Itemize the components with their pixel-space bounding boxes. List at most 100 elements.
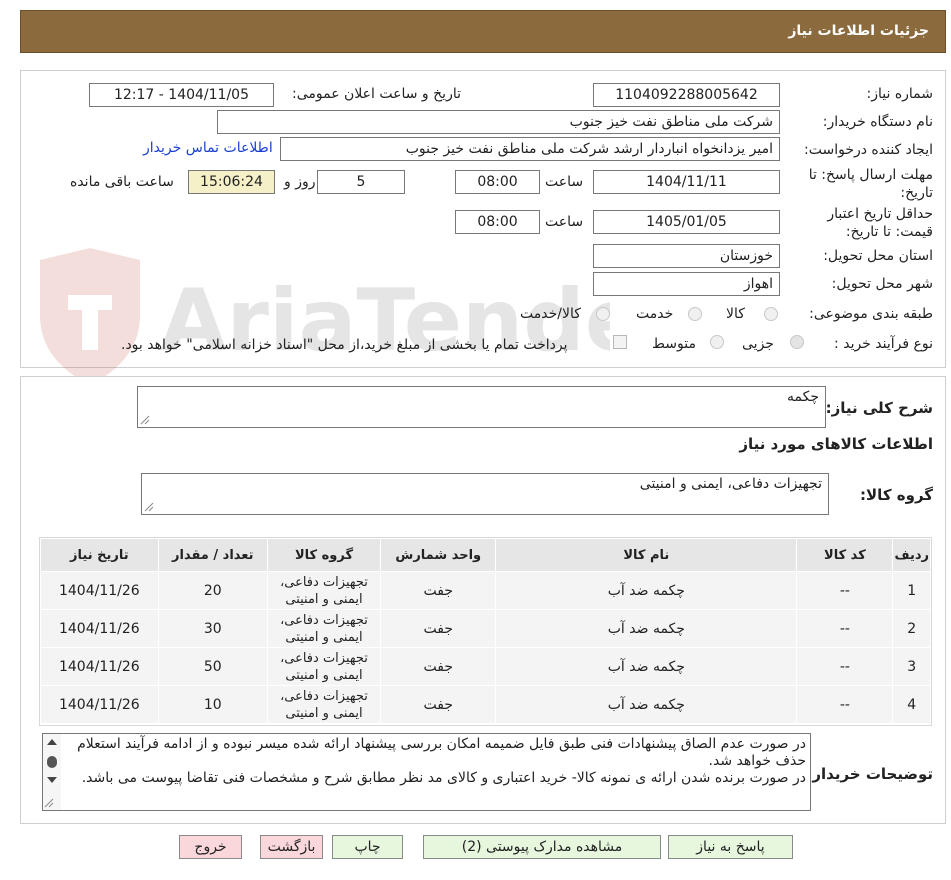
col-header-group: گروه کالا bbox=[266, 538, 382, 572]
cell-unit: جفت bbox=[380, 571, 497, 610]
cell-row-number: 2 bbox=[892, 609, 931, 648]
city-field: اهواز bbox=[593, 272, 780, 296]
resize-grip-icon bbox=[44, 798, 54, 808]
scroll-up-icon[interactable] bbox=[46, 738, 58, 746]
deadline-time-label: ساعت bbox=[545, 174, 584, 190]
resize-grip-icon bbox=[144, 502, 154, 512]
col-header-row-number: ردیف bbox=[892, 538, 931, 572]
back-button[interactable]: بازگشت bbox=[260, 835, 323, 859]
general-desc-text: چکمه bbox=[787, 389, 819, 405]
process-medium-radio[interactable] bbox=[710, 335, 724, 349]
cell-group: تجهیزات دفاعی، ایمنی و امنیتی bbox=[266, 571, 382, 610]
table-header-row: ردیف کد کالا نام کالا واحد شمارش گروه کا… bbox=[40, 538, 931, 572]
cell-code: -- bbox=[796, 571, 894, 610]
buyer-org-field: شرکت ملی مناطق نفت خیز جنوب bbox=[217, 110, 780, 134]
creator-field: امیر یزدانخواه انباردار ارشد شرکت ملی من… bbox=[280, 137, 780, 161]
items-table: ردیف کد کالا نام کالا واحد شمارش گروه کا… bbox=[40, 538, 931, 724]
cell-row-number: 3 bbox=[892, 647, 931, 686]
scroll-down-icon[interactable] bbox=[46, 776, 58, 784]
goods-group-field: تجهیزات دفاعی، ایمنی و امنیتی bbox=[141, 473, 829, 515]
deadline-time-field: 08:00 bbox=[455, 170, 540, 194]
table-row: 3 -- چکمه ضد آب جفت تجهیزات دفاعی، ایمنی… bbox=[40, 647, 931, 686]
category-goods-service-label: کالا/خدمت bbox=[520, 306, 581, 322]
cell-code: -- bbox=[796, 685, 894, 724]
general-desc-field: چکمه bbox=[137, 386, 826, 428]
buyer-contact-link[interactable]: اطلاعات تماس خریدار bbox=[143, 140, 273, 156]
cell-row-number: 1 bbox=[892, 571, 931, 610]
category-goods-label: کالا bbox=[726, 306, 745, 322]
resize-grip-icon bbox=[140, 415, 150, 425]
days-label: روز و bbox=[284, 174, 316, 190]
goods-info-title: اطلاعات کالاهای مورد نیاز bbox=[739, 435, 933, 453]
cell-need-date: 1404/11/26 bbox=[40, 571, 159, 610]
cell-name: چکمه ضد آب bbox=[495, 685, 798, 724]
validity-date-field: 1405/01/05 bbox=[593, 210, 780, 234]
cell-quantity: 50 bbox=[157, 647, 268, 686]
category-service-radio[interactable] bbox=[688, 307, 702, 321]
col-header-unit: واحد شمارش bbox=[380, 538, 497, 572]
cell-need-date: 1404/11/26 bbox=[40, 647, 159, 686]
city-label: شهر محل تحویل: bbox=[831, 276, 933, 292]
validity-time-label: ساعت bbox=[545, 214, 584, 230]
creator-label: ایجاد کننده درخواست: bbox=[804, 142, 933, 158]
cell-unit: جفت bbox=[380, 647, 497, 686]
cell-need-date: 1404/11/26 bbox=[40, 685, 159, 724]
cell-code: -- bbox=[796, 647, 894, 686]
col-header-code: کد کالا bbox=[796, 538, 894, 572]
exit-button[interactable]: خروج bbox=[179, 835, 242, 859]
cell-name: چکمه ضد آب bbox=[495, 571, 798, 610]
days-remaining-field: 5 bbox=[317, 170, 405, 194]
col-header-need-date: تاریخ نیاز bbox=[40, 538, 159, 572]
goods-group-text: تجهیزات دفاعی، ایمنی و امنیتی bbox=[639, 476, 822, 492]
cell-name: چکمه ضد آب bbox=[495, 647, 798, 686]
category-goods-service-radio[interactable] bbox=[596, 307, 610, 321]
payment-note: پرداخت تمام یا بخشی از مبلغ خرید،از محل … bbox=[121, 337, 568, 353]
cell-name: چکمه ضد آب bbox=[495, 609, 798, 648]
reply-button[interactable]: پاسخ به نیاز bbox=[668, 835, 793, 859]
treasury-checkbox[interactable] bbox=[613, 335, 627, 349]
validity-label: حداقل تاریخ اعتبار قیمت: تا تاریخ: bbox=[827, 206, 933, 240]
buyer-notes-line-1: در صورت عدم الصاق پیشنهادات فنی طبق فایل… bbox=[77, 736, 806, 769]
page-header: جزئیات اطلاعات نیاز bbox=[20, 10, 946, 53]
table-row: 4 -- چکمه ضد آب جفت تجهیزات دفاعی، ایمنی… bbox=[40, 685, 931, 724]
remaining-time-label: ساعت باقی مانده bbox=[70, 174, 174, 190]
deadline-label: مهلت ارسال پاسخ: تا تاریخ: bbox=[808, 167, 933, 201]
category-service-label: خدمت bbox=[636, 306, 674, 322]
notes-scrollbar[interactable] bbox=[43, 734, 61, 810]
category-goods-radio[interactable] bbox=[764, 307, 778, 321]
cell-unit: جفت bbox=[380, 685, 497, 724]
announce-datetime-label: تاریخ و ساعت اعلان عمومی: bbox=[292, 86, 461, 102]
page-title: جزئیات اطلاعات نیاز bbox=[788, 23, 929, 39]
deadline-date-field: 1404/11/11 bbox=[593, 170, 780, 194]
process-minor-radio[interactable] bbox=[790, 335, 804, 349]
table-row: 1 -- چکمه ضد آب جفت تجهیزات دفاعی، ایمنی… bbox=[40, 571, 931, 610]
process-medium-label: متوسط bbox=[652, 336, 696, 352]
process-label: نوع فرآیند خرید : bbox=[834, 336, 933, 352]
buyer-org-label: نام دستگاه خریدار: bbox=[822, 114, 933, 130]
goods-group-label: گروه کالا: bbox=[860, 486, 933, 504]
print-button[interactable]: چاپ bbox=[332, 835, 403, 859]
buyer-notes-line-2: در صورت برنده شدن ارائه ی نمونه کالا- خر… bbox=[81, 770, 806, 786]
cell-quantity: 10 bbox=[157, 685, 268, 724]
cell-quantity: 20 bbox=[157, 571, 268, 610]
remaining-time-field: 15:06:24 bbox=[188, 170, 275, 194]
view-attachments-button[interactable]: مشاهده مدارک پیوستی (2) bbox=[423, 835, 661, 859]
items-table-wrapper: ردیف کد کالا نام کالا واحد شمارش گروه کا… bbox=[39, 537, 932, 726]
cell-code: -- bbox=[796, 609, 894, 648]
general-desc-label: شرح کلی نیاز: bbox=[825, 399, 933, 417]
province-label: استان محل تحویل: bbox=[823, 248, 933, 264]
cell-group: تجهیزات دفاعی، ایمنی و امنیتی bbox=[266, 609, 382, 648]
process-minor-label: جزیی bbox=[742, 336, 774, 352]
buyer-notes-field[interactable]: در صورت عدم الصاق پیشنهادات فنی طبق فایل… bbox=[42, 733, 811, 811]
category-label: طبقه بندی موضوعی: bbox=[809, 306, 933, 322]
col-header-quantity: تعداد / مقدار bbox=[157, 538, 268, 572]
announce-datetime-field: 1404/11/05 - 12:17 bbox=[89, 83, 274, 107]
cell-group: تجهیزات دفاعی، ایمنی و امنیتی bbox=[266, 685, 382, 724]
validity-time-field: 08:00 bbox=[455, 210, 540, 234]
cell-row-number: 4 bbox=[892, 685, 931, 724]
cell-need-date: 1404/11/26 bbox=[40, 609, 159, 648]
cell-group: تجهیزات دفاعی، ایمنی و امنیتی bbox=[266, 647, 382, 686]
scroll-thumb[interactable] bbox=[47, 756, 57, 768]
buyer-notes-label: توضیحات خریدار: bbox=[806, 765, 933, 783]
province-field: خوزستان bbox=[593, 244, 780, 268]
